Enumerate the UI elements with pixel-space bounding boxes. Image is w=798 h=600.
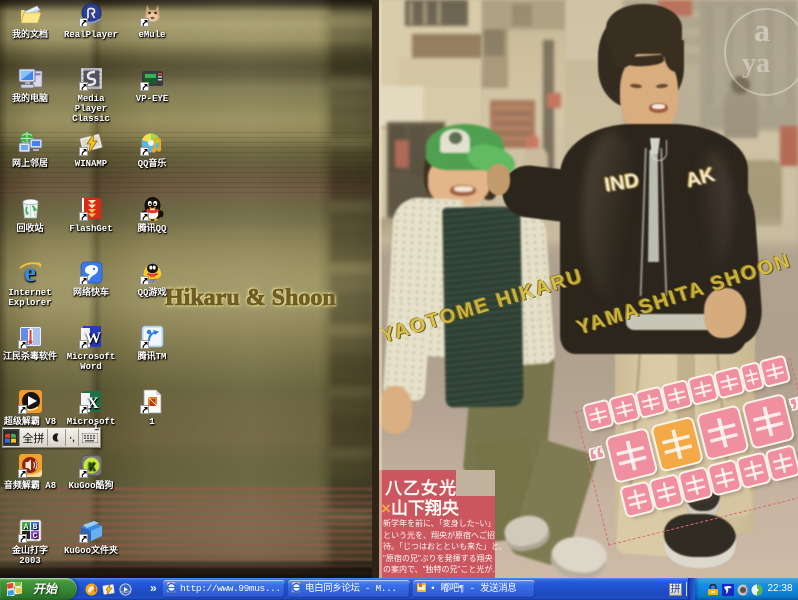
svg-text:A: A (23, 523, 28, 532)
svg-text:B: B (32, 523, 37, 532)
svg-text:K: K (87, 460, 95, 474)
svg-text:C: C (32, 532, 37, 541)
svg-text:X: X (87, 395, 99, 412)
